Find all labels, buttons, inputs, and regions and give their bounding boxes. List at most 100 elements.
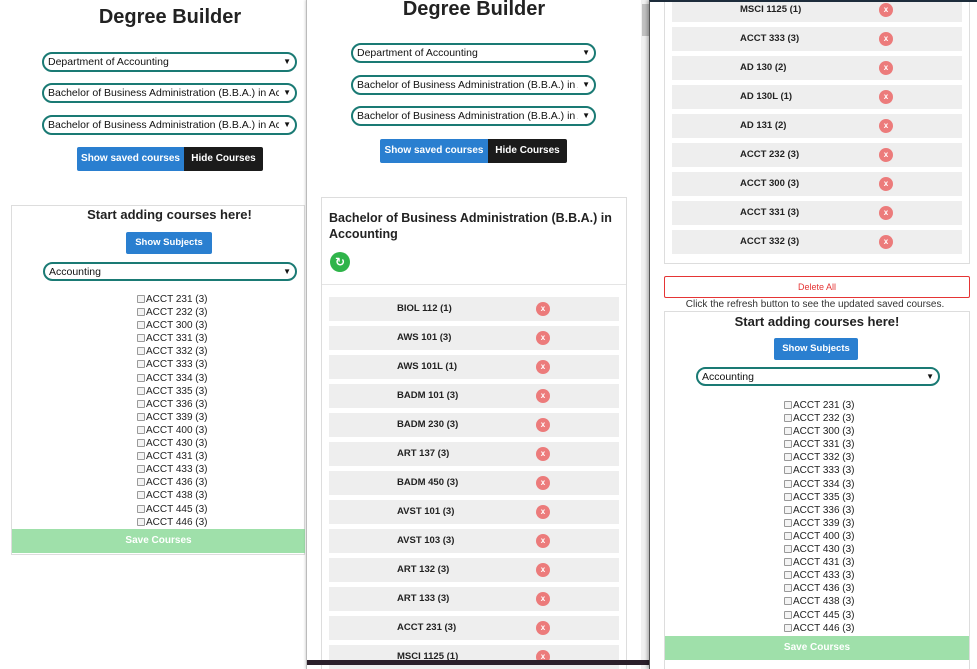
delete-course-icon[interactable]: x [879, 32, 893, 46]
course-checkbox-item[interactable]: ACCT 446 (3) [137, 516, 208, 529]
delete-course-icon[interactable]: x [879, 177, 893, 191]
subject-select[interactable]: Accounting ▼ [43, 262, 297, 281]
course-checkbox-item[interactable]: ACCT 433 (3) [137, 463, 208, 476]
checkbox[interactable] [784, 414, 792, 423]
checkbox[interactable] [137, 334, 145, 343]
checkbox[interactable] [784, 518, 792, 527]
checkbox[interactable] [784, 571, 792, 580]
course-checkbox-item[interactable]: ACCT 232 (3) [137, 306, 208, 319]
delete-course-icon[interactable]: x [536, 331, 550, 345]
delete-course-icon[interactable]: x [879, 61, 893, 75]
checkbox[interactable] [784, 479, 792, 488]
checkbox[interactable] [784, 597, 792, 606]
checkbox[interactable] [137, 412, 145, 421]
course-checkbox-item[interactable]: ACCT 339 (3) [784, 517, 855, 530]
checkbox[interactable] [137, 517, 145, 526]
course-checkbox-item[interactable]: ACCT 335 (3) [137, 385, 208, 398]
delete-course-icon[interactable]: x [879, 119, 893, 133]
course-checkbox-item[interactable]: ACCT 334 (3) [137, 372, 208, 385]
department-select[interactable]: Department of Accounting ▼ [42, 52, 297, 72]
course-checkbox-item[interactable]: ACCT 331 (3) [784, 438, 855, 451]
course-checkbox-item[interactable]: ACCT 431 (3) [137, 450, 208, 463]
checkbox[interactable] [137, 386, 145, 395]
refresh-icon[interactable]: ↻ [330, 252, 350, 272]
hide-courses-button[interactable]: Hide Courses [184, 147, 263, 171]
checkbox[interactable] [137, 478, 145, 487]
course-checkbox-item[interactable]: ACCT 446 (3) [784, 622, 855, 635]
program-select[interactable]: Bachelor of Business Administration (B.B… [42, 83, 297, 103]
subject-select[interactable]: Accounting ▼ [696, 367, 940, 386]
course-checkbox-item[interactable]: ACCT 433 (3) [784, 569, 855, 582]
checkbox[interactable] [784, 401, 792, 409]
course-checkbox-item[interactable]: ACCT 400 (3) [784, 530, 855, 543]
show-subjects-button[interactable]: Show Subjects [774, 338, 858, 360]
course-checkbox-item[interactable]: ACCT 430 (3) [784, 543, 855, 556]
course-checkbox-item[interactable]: ACCT 335 (3) [784, 491, 855, 504]
course-checkbox-item[interactable]: ACCT 332 (3) [784, 451, 855, 464]
course-checkbox-item[interactable]: ACCT 333 (3) [784, 464, 855, 477]
checkbox[interactable] [137, 504, 145, 513]
save-courses-button[interactable]: Save Courses [12, 529, 305, 553]
checkbox[interactable] [784, 531, 792, 540]
checkbox[interactable] [137, 308, 145, 317]
show-subjects-button[interactable]: Show Subjects [126, 232, 212, 254]
checkbox[interactable] [784, 584, 792, 593]
checkbox[interactable] [137, 360, 145, 369]
course-checkbox-item[interactable]: ACCT 445 (3) [784, 609, 855, 622]
checkbox[interactable] [137, 425, 145, 434]
show-saved-courses-button[interactable]: Show saved courses [380, 139, 488, 163]
checkbox[interactable] [137, 452, 145, 461]
save-courses-button[interactable]: Save Courses [665, 636, 969, 660]
checkbox[interactable] [784, 453, 792, 462]
checkbox[interactable] [137, 439, 145, 448]
delete-course-icon[interactable]: x [536, 534, 550, 548]
course-checkbox-item[interactable]: ACCT 430 (3) [137, 437, 208, 450]
checkbox[interactable] [784, 492, 792, 501]
course-checkbox-item[interactable]: ACCT 438 (3) [137, 489, 208, 502]
checkbox[interactable] [784, 610, 792, 619]
course-checkbox-item[interactable]: ACCT 436 (3) [137, 476, 208, 489]
delete-course-icon[interactable]: x [536, 592, 550, 606]
checkbox[interactable] [137, 373, 145, 382]
checkbox[interactable] [784, 558, 792, 567]
course-checkbox-item[interactable]: ACCT 339 (3) [137, 411, 208, 424]
delete-course-icon[interactable]: x [536, 360, 550, 374]
course-checkbox-item[interactable]: ACCT 331 (3) [137, 332, 208, 345]
course-checkbox-item[interactable]: ACCT 300 (3) [784, 425, 855, 438]
delete-course-icon[interactable]: x [879, 206, 893, 220]
checkbox[interactable] [137, 491, 145, 500]
course-checkbox-item[interactable]: ACCT 436 (3) [784, 582, 855, 595]
course-checkbox-item[interactable]: ACCT 231 (3) [784, 399, 855, 412]
checkbox[interactable] [784, 623, 792, 632]
course-checkbox-item[interactable]: ACCT 300 (3) [137, 319, 208, 332]
course-checkbox-item[interactable]: ACCT 334 (3) [784, 478, 855, 491]
checkbox[interactable] [137, 295, 145, 303]
delete-course-icon[interactable]: x [879, 148, 893, 162]
program-select-secondary[interactable]: Bachelor of Business Administration (B.B… [42, 115, 297, 135]
course-checkbox-item[interactable]: ACCT 336 (3) [137, 398, 208, 411]
checkbox[interactable] [137, 399, 145, 408]
course-checkbox-item[interactable]: ACCT 232 (3) [784, 412, 855, 425]
checkbox[interactable] [784, 505, 792, 514]
checkbox[interactable] [137, 347, 145, 356]
checkbox[interactable] [784, 440, 792, 449]
checkbox[interactable] [137, 465, 145, 474]
delete-course-icon[interactable]: x [536, 476, 550, 490]
course-checkbox-item[interactable]: ACCT 400 (3) [137, 424, 208, 437]
checkbox[interactable] [784, 466, 792, 475]
delete-course-icon[interactable]: x [536, 447, 550, 461]
show-saved-courses-button[interactable]: Show saved courses [77, 147, 184, 171]
delete-course-icon[interactable]: x [879, 3, 893, 17]
course-checkbox-item[interactable]: ACCT 438 (3) [784, 595, 855, 608]
checkbox[interactable] [784, 545, 792, 554]
course-checkbox-item[interactable]: ACCT 445 (3) [137, 503, 208, 516]
delete-all-button[interactable]: Delete All [664, 276, 970, 298]
delete-course-icon[interactable]: x [536, 505, 550, 519]
delete-course-icon[interactable]: x [536, 418, 550, 432]
delete-course-icon[interactable]: x [879, 90, 893, 104]
checkbox[interactable] [137, 321, 145, 330]
delete-course-icon[interactable]: x [536, 621, 550, 635]
checkbox[interactable] [784, 427, 792, 436]
scrollbar[interactable] [641, 0, 649, 669]
delete-course-icon[interactable]: x [536, 302, 550, 316]
